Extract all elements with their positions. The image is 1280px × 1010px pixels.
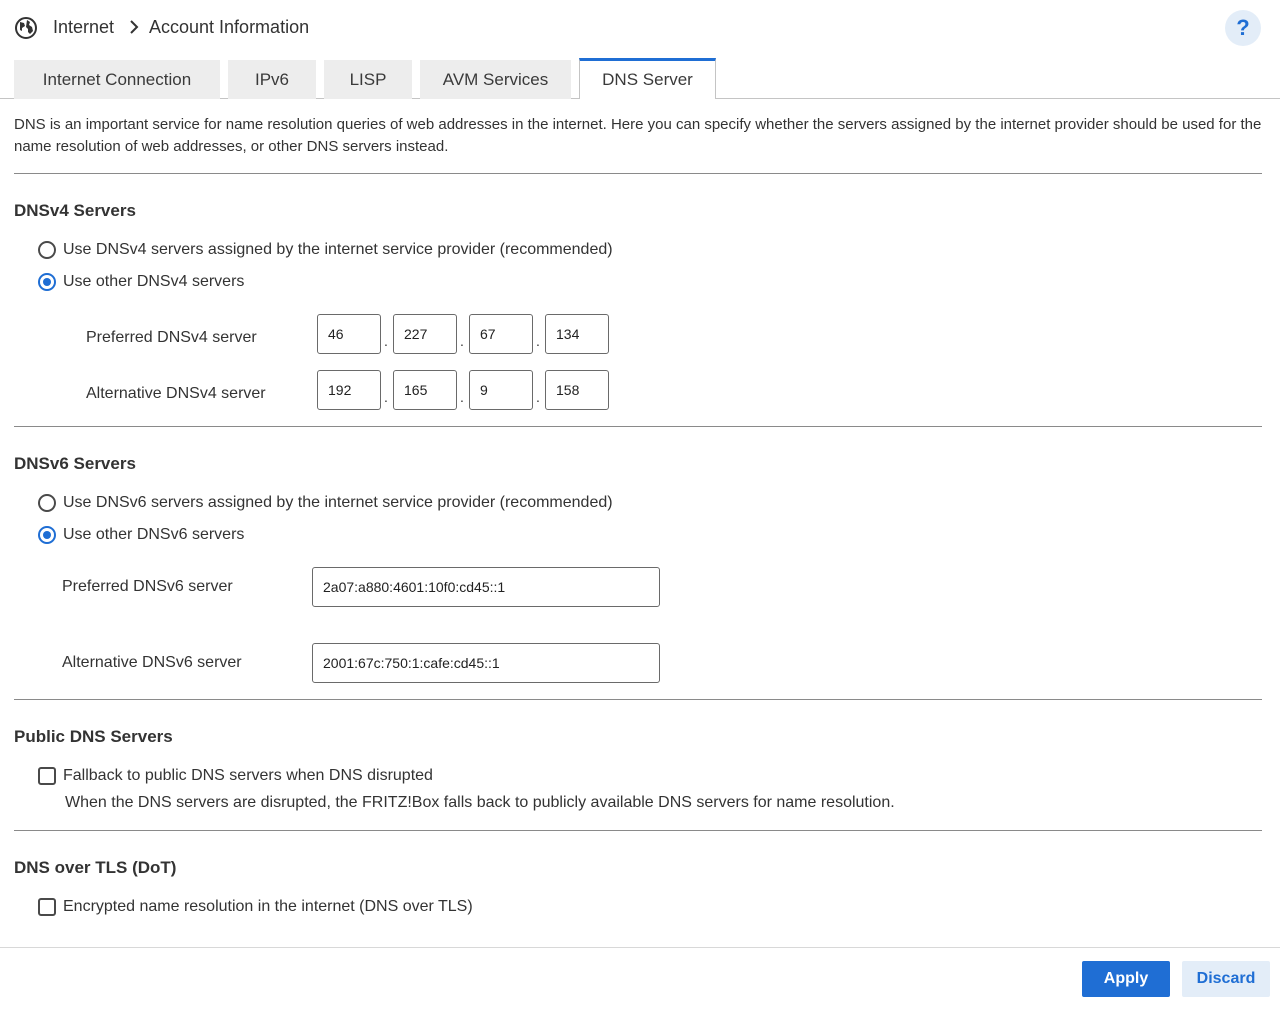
divider (14, 830, 1262, 831)
dnsv4-isp-radio[interactable] (38, 241, 56, 259)
dot-label[interactable]: Encrypted name resolution in the interne… (63, 898, 473, 916)
ip-dot: . (460, 333, 464, 349)
preferred-dnsv4-octet-3[interactable] (469, 314, 533, 354)
discard-button[interactable]: Discard (1182, 961, 1270, 997)
tab-internet-connection[interactable]: Internet Connection (14, 60, 220, 99)
dnsv4-other-radio[interactable] (38, 273, 56, 291)
dnsv6-other-radio[interactable] (38, 526, 56, 544)
breadcrumb-account-information: Account Information (149, 17, 310, 37)
public-dns-section-title: Public DNS Servers (14, 727, 173, 746)
preferred-dnsv4-octet-4[interactable] (545, 314, 609, 354)
preferred-dnsv4-octet-2[interactable] (393, 314, 457, 354)
tab-lisp[interactable]: LISP (324, 60, 412, 99)
alternative-dnsv6-input[interactable] (312, 643, 660, 683)
alternative-dnsv4-octet-2[interactable] (393, 370, 457, 410)
alternative-dnsv4-label: Alternative DNSv4 server (86, 385, 266, 402)
chevron-right-icon (127, 19, 141, 35)
dnsv4-section-title: DNSv4 Servers (14, 201, 136, 220)
public-dns-fallback-label[interactable]: Fallback to public DNS servers when DNS … (63, 767, 433, 785)
tab-dns-server[interactable]: DNS Server (579, 58, 716, 99)
footer-divider (0, 947, 1280, 948)
breadcrumb-internet[interactable]: Internet (53, 17, 114, 38)
dnsv6-section-title: DNSv6 Servers (14, 454, 136, 473)
alternative-dnsv4-octet-1[interactable] (317, 370, 381, 410)
divider (14, 699, 1262, 700)
tab-ipv6[interactable]: IPv6 (228, 60, 316, 99)
intro-text: DNS is an important service for name res… (14, 116, 1262, 155)
ip-dot: . (460, 389, 464, 405)
dnsv6-other-label[interactable]: Use other DNSv6 servers (63, 526, 244, 544)
tab-avm-services[interactable]: AVM Services (420, 60, 571, 99)
dot-section-title: DNS over TLS (DoT) (14, 858, 177, 877)
preferred-dnsv6-input[interactable] (312, 567, 660, 607)
apply-button[interactable]: Apply (1082, 961, 1170, 997)
alternative-dnsv6-label: Alternative DNSv6 server (62, 654, 242, 671)
tab-bar: Internet Connection IPv6 LISP AVM Servic… (0, 58, 1280, 99)
ip-dot: . (384, 389, 388, 405)
dnsv6-isp-radio[interactable] (38, 494, 56, 512)
ip-dot: . (384, 333, 388, 349)
ip-dot: . (536, 333, 540, 349)
header: Internet Account Information ? (0, 0, 1280, 56)
divider (14, 173, 1262, 174)
globe-icon (14, 16, 38, 40)
public-dns-fallback-checkbox[interactable] (38, 767, 56, 785)
public-dns-hint: When the DNS servers are disrupted, the … (65, 794, 895, 811)
ip-dot: . (536, 389, 540, 405)
alternative-dnsv4-octet-4[interactable] (545, 370, 609, 410)
dnsv4-isp-label[interactable]: Use DNSv4 servers assigned by the intern… (63, 241, 613, 259)
preferred-dnsv4-octet-1[interactable] (317, 314, 381, 354)
preferred-dnsv6-label: Preferred DNSv6 server (62, 578, 233, 595)
dnsv6-isp-label[interactable]: Use DNSv6 servers assigned by the intern… (63, 494, 613, 512)
dnsv4-other-label[interactable]: Use other DNSv4 servers (63, 273, 244, 291)
divider (14, 426, 1262, 427)
alternative-dnsv4-octet-3[interactable] (469, 370, 533, 410)
help-button[interactable]: ? (1225, 10, 1261, 46)
preferred-dnsv4-label: Preferred DNSv4 server (86, 329, 257, 346)
dot-checkbox[interactable] (38, 898, 56, 916)
